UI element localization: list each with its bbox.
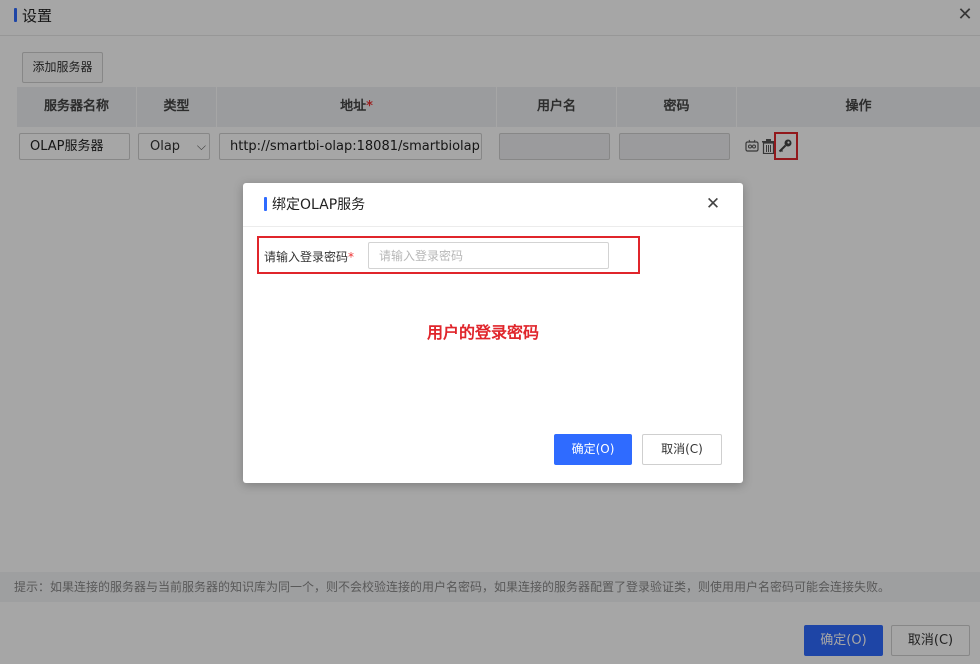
- dialog-title-accent-bar: [264, 197, 267, 211]
- close-icon[interactable]: ✕: [704, 195, 722, 213]
- dialog-title: 绑定OLAP服务: [272, 197, 366, 213]
- bind-olap-dialog: 绑定OLAP服务 ✕ 请输入登录密码* 用户的登录密码 确定(O) 取消(C): [243, 183, 743, 483]
- login-password-input[interactable]: [368, 242, 609, 269]
- dialog-cancel-button[interactable]: 取消(C): [642, 434, 722, 465]
- required-mark: *: [348, 250, 355, 264]
- dialog-ok-button[interactable]: 确定(O): [554, 434, 632, 465]
- annotation-text: 用户的登录密码: [426, 323, 539, 342]
- dialog-header: 绑定OLAP服务 ✕: [243, 183, 743, 227]
- password-label: 请输入登录密码*: [264, 248, 354, 265]
- password-label-text: 请输入登录密码: [264, 250, 349, 264]
